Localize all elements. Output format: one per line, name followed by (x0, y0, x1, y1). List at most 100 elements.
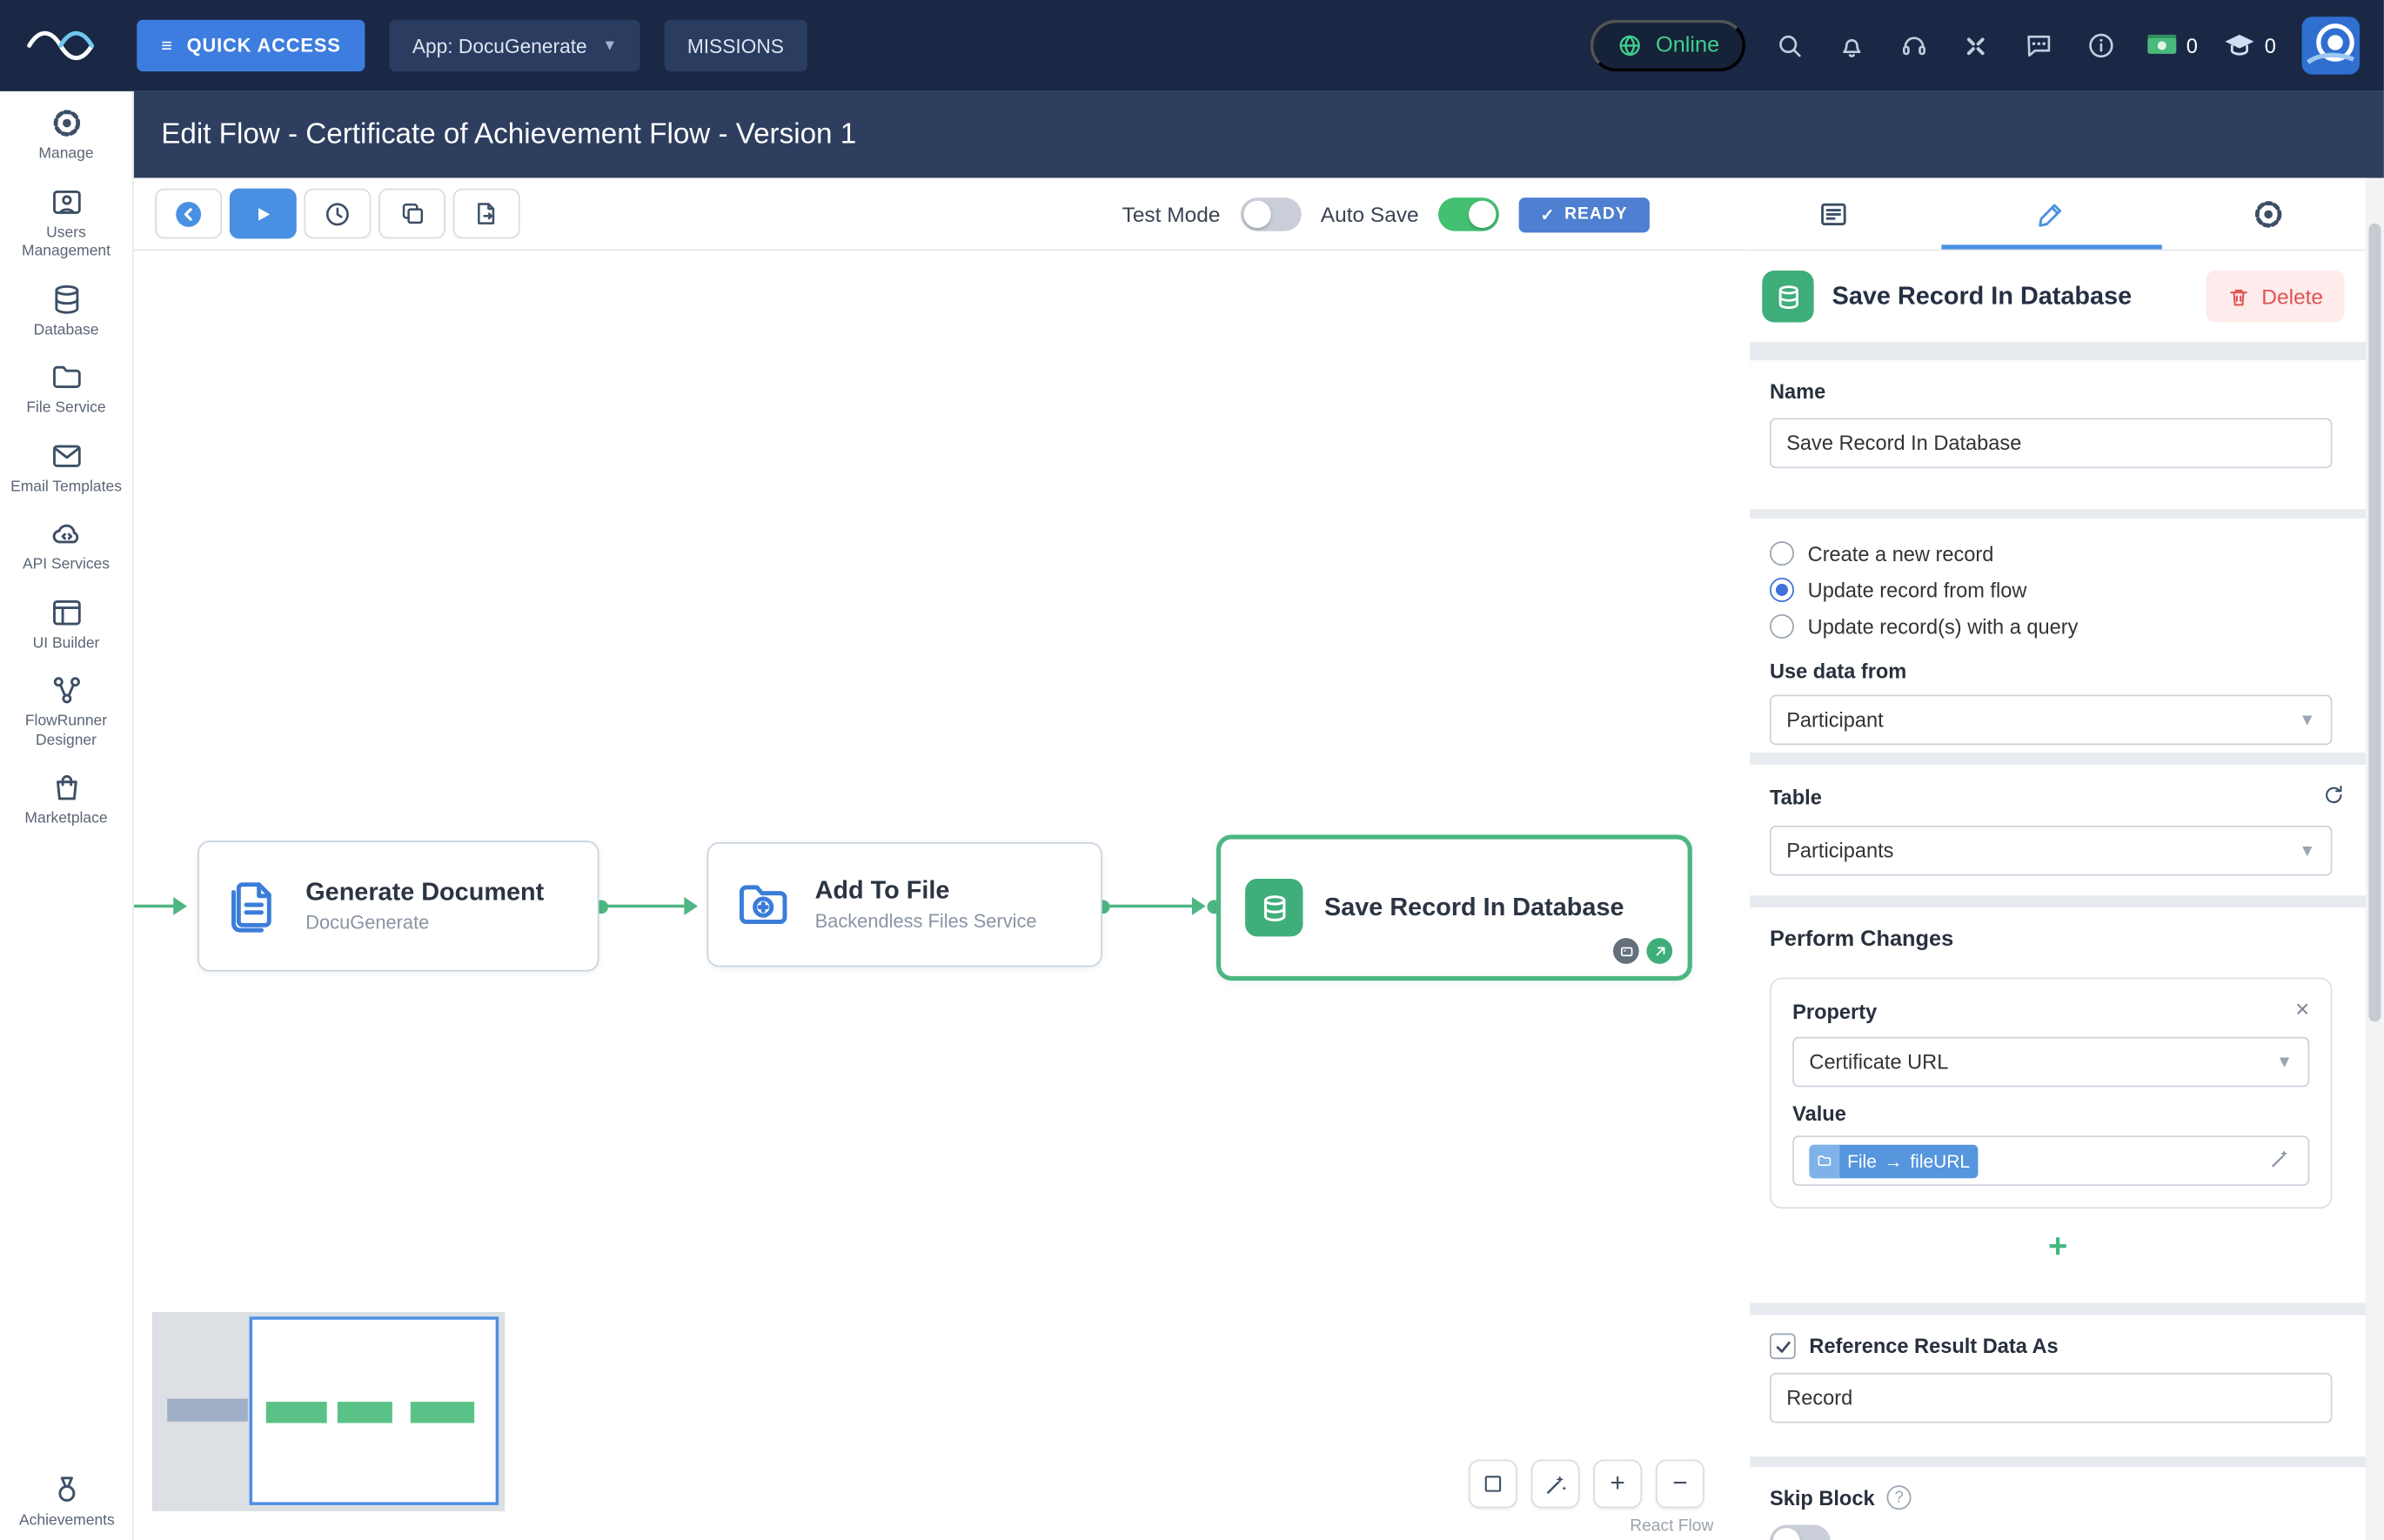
flow-canvas[interactable]: Generate Document DocuGenerate Add To Fi… (134, 251, 1750, 1540)
refresh-tables-button[interactable] (2321, 783, 2346, 812)
database-node-icon (1245, 879, 1302, 936)
active-tab-indicator (1941, 244, 2161, 249)
backendless-logo-icon[interactable] (24, 20, 112, 71)
help-icon[interactable]: ? (1887, 1485, 1912, 1510)
top-navbar: ≡ QUICK ACCESS App: DocuGenerate ▼ MISSI… (0, 0, 2384, 91)
value-label: Value (1792, 1102, 2309, 1125)
list-icon (1817, 198, 1850, 231)
app-avatar[interactable] (2302, 17, 2360, 74)
support-headset-icon[interactable] (1896, 27, 1932, 64)
left-sidebar: Manage Users Management Database File Se… (0, 91, 134, 1540)
value-reference-chip[interactable]: File → fileURL (1809, 1144, 1977, 1177)
sidebar-item-achievements[interactable]: Achievements (3, 1472, 131, 1530)
node-generate-document[interactable]: Generate Document DocuGenerate (198, 840, 599, 971)
sidebar-item-flowrunner-designer[interactable]: FlowRunner Designer (3, 673, 131, 751)
test-mode-toggle[interactable] (1240, 198, 1301, 231)
node-subtitle: DocuGenerate (305, 912, 544, 933)
block-name-input[interactable] (1770, 418, 2333, 469)
online-status-button[interactable]: Online (1590, 20, 1745, 71)
value-logic-button[interactable] (2268, 1147, 2293, 1175)
info-icon[interactable] (2083, 27, 2119, 64)
sidebar-item-marketplace[interactable]: Marketplace (3, 771, 131, 829)
chevron-down-icon: ▼ (602, 37, 617, 54)
table-section: Table Participants ▼ (1750, 765, 2366, 895)
value-input-box[interactable]: File → fileURL (1792, 1135, 2309, 1186)
radio-create-new-record[interactable]: Create a new record (1770, 535, 1993, 572)
edge-addfile-to-save (1107, 905, 1192, 907)
canvas-controls: + − (1469, 1460, 1704, 1509)
react-flow-attribution[interactable]: React Flow (1630, 1517, 1713, 1536)
app-selector-button[interactable]: App: DocuGenerate ▼ (390, 20, 640, 71)
edge-arrow-icon (1192, 897, 1206, 915)
property-dropdown[interactable]: Certificate URL ▼ (1792, 1037, 2309, 1088)
money-icon (2146, 32, 2179, 59)
media-badge-icon (1613, 938, 1639, 964)
online-label: Online (1656, 33, 1719, 57)
quick-access-button[interactable]: ≡ QUICK ACCESS (137, 20, 365, 71)
sidebar-item-database[interactable]: Database (3, 282, 131, 340)
zoom-in-button[interactable]: + (1593, 1460, 1642, 1509)
node-add-to-file[interactable]: Add To File Backendless Files Service (707, 842, 1102, 967)
chevron-down-icon: ▼ (2276, 1053, 2293, 1071)
folder-icon (50, 360, 83, 393)
edge-arrow-icon (173, 897, 187, 915)
tab-settings[interactable] (2223, 184, 2314, 244)
menu-icon: ≡ (161, 35, 173, 56)
property-change-card: Property × Certificate URL ▼ Value File … (1770, 978, 2333, 1209)
sidebar-item-users-management[interactable]: Users Management (3, 184, 131, 262)
history-button[interactable] (304, 189, 371, 239)
reference-name-input[interactable] (1770, 1373, 2333, 1423)
fit-view-icon (1481, 1471, 1505, 1496)
skip-block-toggle[interactable] (1770, 1525, 1831, 1540)
node-save-record-in-database[interactable]: Save Record In Database (1216, 834, 1692, 981)
pencil-icon (2034, 198, 2067, 231)
delete-block-button[interactable]: Delete (2206, 271, 2345, 322)
chevron-down-icon: ▼ (2299, 711, 2315, 729)
notifications-bell-icon[interactable] (1833, 27, 1870, 64)
export-file-icon (472, 199, 501, 228)
missions-progress-counter[interactable]: 0 (2224, 32, 2276, 59)
shopping-bag-icon (50, 771, 83, 804)
reference-result-checkbox[interactable] (1770, 1333, 1796, 1359)
topbar-right-group: Online 0 (1590, 17, 2360, 74)
panel-scrollbar[interactable] (2366, 177, 2384, 1540)
radio-selected-icon (1770, 578, 1794, 602)
sidebar-item-email-templates[interactable]: Email Templates (3, 439, 131, 497)
missions-count-label: 0 (2265, 34, 2276, 57)
use-data-from-dropdown[interactable]: Participant ▼ (1770, 695, 2333, 746)
scrollbar-thumb[interactable] (2368, 224, 2381, 1021)
export-button[interactable] (453, 189, 520, 239)
clock-icon (322, 198, 352, 229)
missions-button[interactable]: MISSIONS (665, 20, 807, 71)
check-icon (1773, 1337, 1791, 1356)
sidebar-item-api-services[interactable]: API Services (3, 517, 131, 575)
tab-logs[interactable] (1788, 184, 1879, 244)
minimap-node-trigger (167, 1399, 248, 1422)
radio-update-record-from-flow[interactable]: Update record from flow (1770, 572, 2026, 608)
sidebar-item-file-service[interactable]: File Service (3, 360, 131, 418)
add-property-button[interactable]: + (1750, 1227, 2366, 1266)
slack-icon[interactable] (1959, 27, 1995, 64)
search-icon[interactable] (1771, 27, 1808, 64)
run-flow-button[interactable] (230, 189, 297, 239)
duplicate-button[interactable] (378, 189, 445, 239)
minus-icon: − (1672, 1469, 1687, 1499)
copy-icon (398, 199, 426, 228)
fit-view-button[interactable] (1469, 1460, 1517, 1509)
chat-icon[interactable] (2020, 27, 2057, 64)
bucks-counter[interactable]: 0 (2146, 32, 2198, 59)
tab-edit-active[interactable] (2006, 184, 2097, 244)
auto-save-toggle[interactable] (1438, 198, 1499, 231)
minimap[interactable] (152, 1312, 505, 1511)
radio-update-records-with-query[interactable]: Update record(s) with a query (1770, 608, 2078, 645)
sidebar-item-ui-builder[interactable]: UI Builder (3, 595, 131, 653)
graduation-cap-icon (2224, 32, 2257, 59)
status-badge: ✓ READY (1519, 197, 1649, 231)
auto-layout-button[interactable] (1531, 1460, 1580, 1509)
zoom-out-button[interactable]: − (1656, 1460, 1704, 1509)
sidebar-item-manage[interactable]: Manage (3, 106, 131, 164)
close-icon: × (2295, 997, 2309, 1023)
back-button[interactable] (155, 189, 222, 239)
table-dropdown[interactable]: Participants ▼ (1770, 826, 2333, 876)
remove-property-button[interactable]: × (2295, 997, 2309, 1024)
